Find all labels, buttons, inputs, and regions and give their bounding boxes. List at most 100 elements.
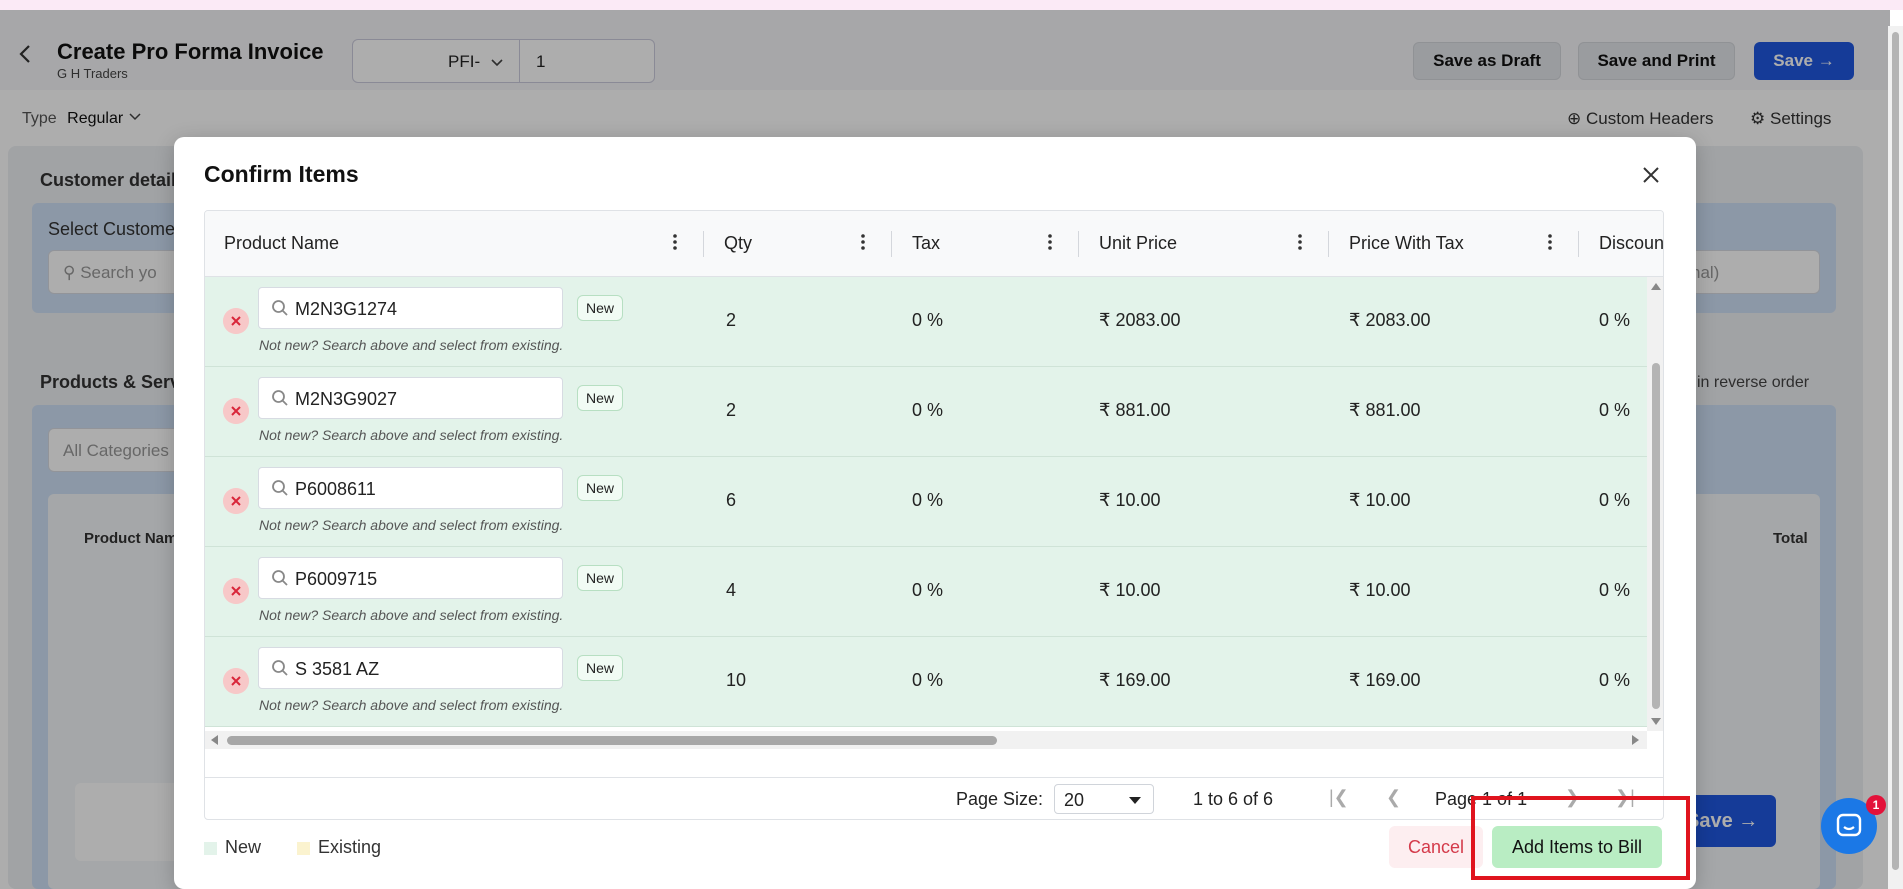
item-row: P6008611 New Not new? Search above and s…: [205, 457, 1647, 547]
column-menu-icon[interactable]: [860, 233, 866, 251]
highlight-box: [1471, 796, 1690, 880]
product-search-input[interactable]: S 3581 AZ: [258, 647, 563, 689]
product-search-input[interactable]: P6009715: [258, 557, 563, 599]
column-resizer[interactable]: [1328, 231, 1329, 257]
qty-cell[interactable]: 4: [726, 580, 736, 601]
caret-down-icon: [1129, 797, 1141, 804]
scroll-right-icon[interactable]: [1631, 734, 1641, 746]
hint-text: Not new? Search above and select from ex…: [259, 517, 564, 533]
page-size-select[interactable]: 20: [1054, 784, 1154, 814]
remove-item-icon[interactable]: [223, 668, 249, 694]
product-search-input[interactable]: P6008611: [258, 467, 563, 509]
col-unit-price[interactable]: Unit Price: [1099, 233, 1177, 254]
discount-cell[interactable]: 0 %: [1599, 580, 1630, 601]
first-page-icon[interactable]: |❮: [1329, 787, 1349, 808]
vertical-scroll-thumb[interactable]: [1652, 363, 1660, 709]
legend-new-label: New: [225, 837, 262, 857]
hint-text: Not new? Search above and select from ex…: [259, 427, 564, 443]
scroll-down-icon[interactable]: [1650, 717, 1662, 727]
items-grid: Product Name Qty Tax Unit Price Price Wi…: [204, 210, 1664, 820]
hint-text: Not new? Search above and select from ex…: [259, 337, 564, 353]
hint-text: Not new? Search above and select from ex…: [259, 607, 564, 623]
previous-page-icon[interactable]: ❮: [1386, 787, 1401, 808]
unit-price-cell[interactable]: ₹ 2083.00: [1099, 310, 1181, 331]
col-qty[interactable]: Qty: [724, 233, 752, 254]
remove-item-icon[interactable]: [223, 578, 249, 604]
confirm-items-dialog: Confirm Items Product Name Qty Tax Unit …: [174, 137, 1696, 889]
dialog-title: Confirm Items: [204, 161, 359, 187]
unit-price-cell[interactable]: ₹ 169.00: [1099, 670, 1171, 691]
close-icon[interactable]: [1639, 163, 1663, 187]
cancel-button[interactable]: Cancel: [1389, 826, 1483, 868]
unit-price-cell[interactable]: ₹ 10.00: [1099, 490, 1161, 511]
search-icon: [272, 480, 288, 496]
scroll-left-icon[interactable]: [209, 734, 219, 746]
discount-cell[interactable]: 0 %: [1599, 400, 1630, 421]
product-name: M2N3G1274: [295, 299, 398, 319]
new-badge: New: [577, 295, 624, 321]
tax-cell[interactable]: 0 %: [912, 670, 943, 691]
remove-item-icon[interactable]: [223, 398, 249, 424]
column-menu-icon[interactable]: [672, 233, 678, 251]
row-count: 1 to 6 of 6: [1193, 789, 1274, 809]
new-badge: New: [577, 565, 624, 591]
new-badge: New: [577, 655, 624, 681]
grid-pagination: Page Size: 20 1 to 6 of 6 |❮ ❮ Page 1 of…: [205, 777, 1663, 819]
page-scrollbar-thumb[interactable]: [1892, 32, 1899, 870]
discount-cell[interactable]: 0 %: [1599, 670, 1630, 691]
product-search-input[interactable]: M2N3G9027: [258, 377, 563, 419]
new-badge: New: [577, 385, 624, 411]
unit-price-cell[interactable]: ₹ 881.00: [1099, 400, 1171, 421]
discount-cell[interactable]: 0 %: [1599, 490, 1630, 511]
col-price-with-tax[interactable]: Price With Tax: [1349, 233, 1464, 254]
price-with-tax-cell[interactable]: ₹ 10.00: [1349, 580, 1411, 601]
product-name: M2N3G9027: [295, 389, 398, 409]
product-name: P6009715: [295, 569, 378, 589]
col-tax[interactable]: Tax: [912, 233, 940, 254]
page-scrollbar[interactable]: [1888, 26, 1903, 889]
search-icon: [272, 300, 288, 316]
column-resizer[interactable]: [1078, 231, 1079, 257]
column-menu-icon[interactable]: [1297, 233, 1303, 251]
price-with-tax-cell[interactable]: ₹ 169.00: [1349, 670, 1421, 691]
page-size-label: Page Size:: [956, 789, 1044, 809]
price-with-tax-cell[interactable]: ₹ 881.00: [1349, 400, 1421, 421]
grid-horizontal-scrollbar[interactable]: [205, 731, 1647, 749]
column-menu-icon[interactable]: [1047, 233, 1053, 251]
tax-cell[interactable]: 0 %: [912, 490, 943, 511]
scroll-up-icon[interactable]: [1650, 281, 1662, 291]
qty-cell[interactable]: 2: [726, 310, 736, 331]
column-resizer[interactable]: [703, 231, 704, 257]
search-icon: [272, 390, 288, 406]
item-row: S 3581 AZ New Not new? Search above and …: [205, 637, 1647, 727]
column-resizer[interactable]: [891, 231, 892, 257]
column-menu-icon[interactable]: [1547, 233, 1553, 251]
horizontal-scroll-thumb[interactable]: [227, 736, 997, 745]
price-with-tax-cell[interactable]: ₹ 2083.00: [1349, 310, 1431, 331]
tax-cell[interactable]: 0 %: [912, 580, 943, 601]
tax-cell[interactable]: 0 %: [912, 310, 943, 331]
qty-cell[interactable]: 2: [726, 400, 736, 421]
chat-icon: [1836, 813, 1862, 837]
column-resizer[interactable]: [1578, 231, 1579, 257]
grid-vertical-scrollbar[interactable]: [1647, 277, 1663, 731]
qty-cell[interactable]: 6: [726, 490, 736, 511]
product-name: S 3581 AZ: [295, 659, 380, 679]
unit-price-cell[interactable]: ₹ 10.00: [1099, 580, 1161, 601]
price-with-tax-cell[interactable]: ₹ 10.00: [1349, 490, 1411, 511]
col-discount[interactable]: Discoun: [1599, 233, 1663, 254]
qty-cell[interactable]: 10: [726, 670, 746, 691]
search-icon: [272, 570, 288, 586]
col-product-name[interactable]: Product Name: [224, 233, 339, 254]
remove-item-icon[interactable]: [223, 488, 249, 514]
discount-cell[interactable]: 0 %: [1599, 310, 1630, 331]
legend-new-swatch: [204, 842, 217, 855]
hint-text: Not new? Search above and select from ex…: [259, 697, 564, 713]
tax-cell[interactable]: 0 %: [912, 400, 943, 421]
new-badge: New: [577, 475, 624, 501]
product-name: P6008611: [295, 479, 376, 499]
product-search-input[interactable]: M2N3G1274: [258, 287, 563, 329]
page-size-value: 20: [1064, 790, 1085, 810]
legend-existing-swatch: [297, 842, 310, 855]
remove-item-icon[interactable]: [223, 308, 249, 334]
